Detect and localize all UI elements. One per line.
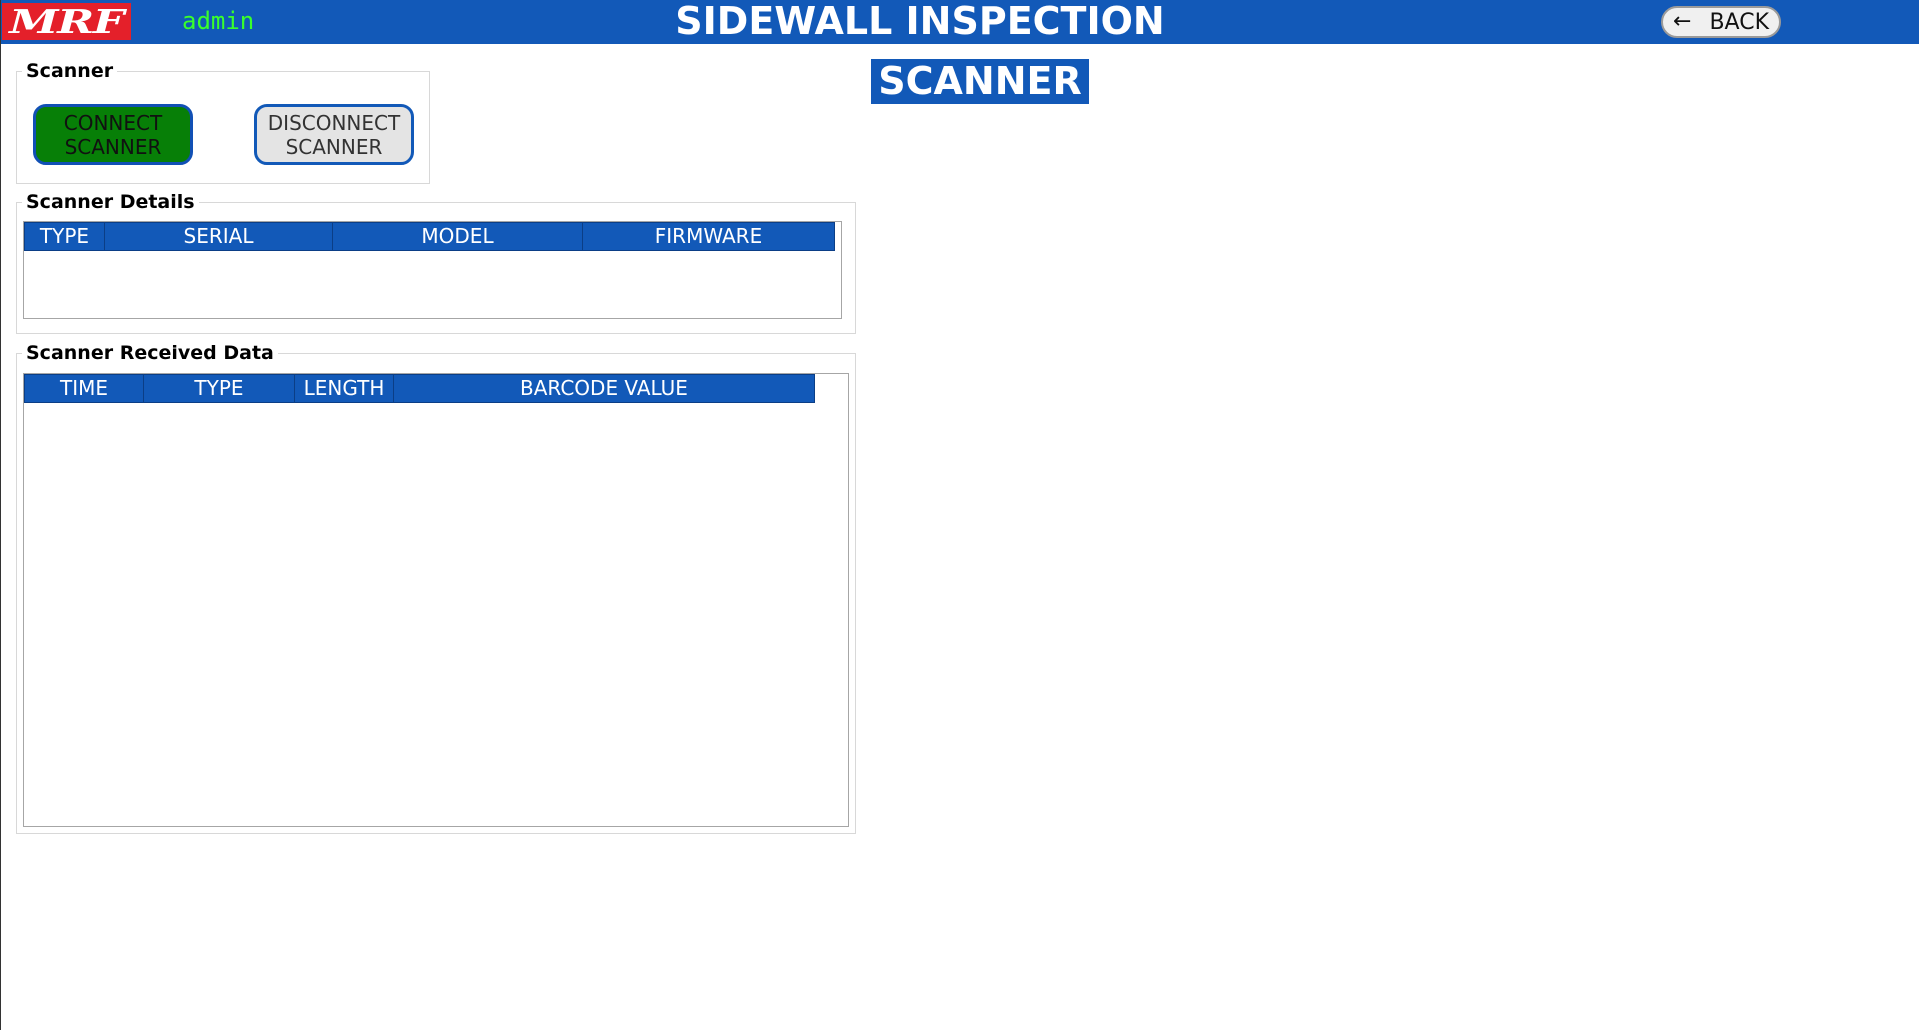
connect-scanner-button[interactable]: CONNECT SCANNER	[33, 104, 193, 165]
column-header-model[interactable]: MODEL	[333, 223, 583, 250]
scanner-group-legend: Scanner	[26, 60, 114, 82]
back-button[interactable]: ← BACK	[1661, 6, 1781, 38]
back-button-label: BACK	[1709, 9, 1769, 35]
app-title: SIDEWALL INSPECTION	[675, 0, 1165, 43]
arrow-left-icon: ←	[1673, 9, 1692, 34]
disconnect-scanner-button[interactable]: DISCONNECT SCANNER	[254, 104, 414, 165]
column-header-type[interactable]: TYPE	[25, 223, 105, 250]
column-header-time[interactable]: TIME	[25, 375, 144, 402]
column-header-serial[interactable]: SERIAL	[105, 223, 333, 250]
scanner-details-table[interactable]: TYPE SERIAL MODEL FIRMWARE	[23, 221, 842, 319]
column-header-barcode-value[interactable]: BARCODE VALUE	[394, 375, 814, 402]
scanner-received-data-header: TIME TYPE LENGTH BARCODE VALUE	[24, 374, 815, 403]
scanner-details-legend: Scanner Details	[26, 191, 195, 213]
page-title: SCANNER	[871, 59, 1089, 104]
column-header-type[interactable]: TYPE	[144, 375, 295, 402]
header-bar: MRF admin SIDEWALL INSPECTION ← BACK	[1, 0, 1919, 44]
scanner-details-header: TYPE SERIAL MODEL FIRMWARE	[24, 222, 835, 251]
column-header-length[interactable]: LENGTH	[295, 375, 394, 402]
app-window: MRF admin SIDEWALL INSPECTION ← BACK SCA…	[0, 0, 1919, 1030]
scanner-received-data-table[interactable]: TIME TYPE LENGTH BARCODE VALUE	[23, 373, 849, 827]
column-header-firmware[interactable]: FIRMWARE	[583, 223, 834, 250]
scanner-received-data-legend: Scanner Received Data	[26, 342, 274, 364]
